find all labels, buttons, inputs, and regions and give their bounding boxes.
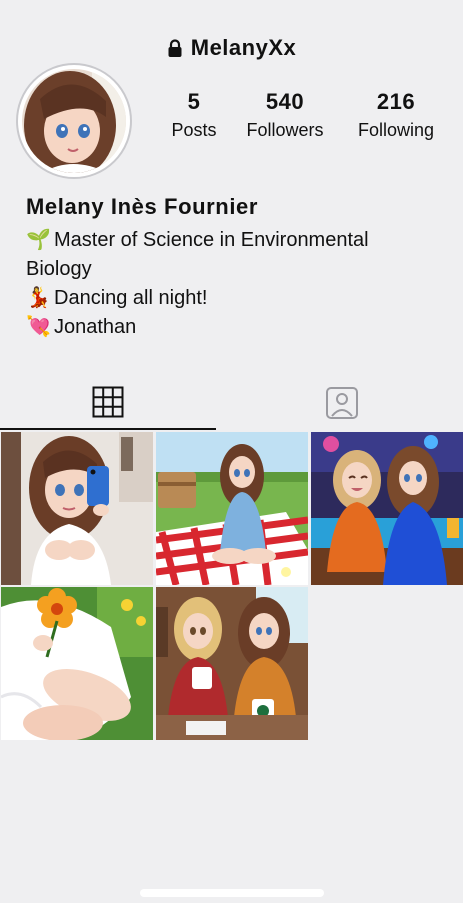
bio-line: Biology [26,255,446,284]
seedling-icon: 🌱 [26,229,51,251]
followers-label: Followers [246,120,324,140]
post-coffee[interactable] [156,587,308,740]
heart-arrow-icon: 💘 [26,316,51,338]
posts-stat[interactable]: 5 Posts [150,88,238,144]
following-count: 216 [376,89,416,114]
tagged-person-icon [325,386,359,425]
grid-icon [92,386,124,423]
post-picnic[interactable] [156,432,308,585]
username[interactable]: MelanyXx [191,35,297,61]
profile-stats: 5 Posts 540 Followers 216 Following [150,88,450,144]
post-selfie[interactable] [1,432,153,585]
bio-line: 💘 Jonathan [26,313,446,342]
home-indicator[interactable] [140,889,324,897]
tab-tagged[interactable] [232,380,451,430]
posts-count: 5 [187,89,201,114]
bio: Melany Inès Fournier 🌱 Master of Science … [26,190,446,342]
avatar-image [22,69,126,173]
posts-label: Posts [171,120,217,140]
bio-line: 🌱 Master of Science in Environmental [26,226,446,255]
bio-line: 💃 Dancing all night! [26,284,446,313]
bio-line-text: Dancing all night! [54,287,208,309]
tab-posts-grid[interactable] [0,380,216,430]
dancer-icon: 💃 [26,287,51,309]
followers-count: 540 [265,89,305,114]
post-flower[interactable] [1,587,153,740]
avatar[interactable] [16,63,132,179]
followers-stat[interactable]: 540 Followers [238,88,332,144]
following-label: Following [357,120,435,140]
bio-line-text: Biology [26,258,92,280]
post-party[interactable] [311,432,463,585]
bio-line-text: Jonathan [54,316,137,338]
following-stat[interactable]: 216 Following [346,88,446,144]
profile-tabs [0,380,463,430]
lock-icon [167,39,183,57]
bio-line-text: Master of Science in Environmental [54,229,369,251]
full-name: Melany Inès Fournier [26,194,259,219]
profile-header: MelanyXx [0,33,463,63]
